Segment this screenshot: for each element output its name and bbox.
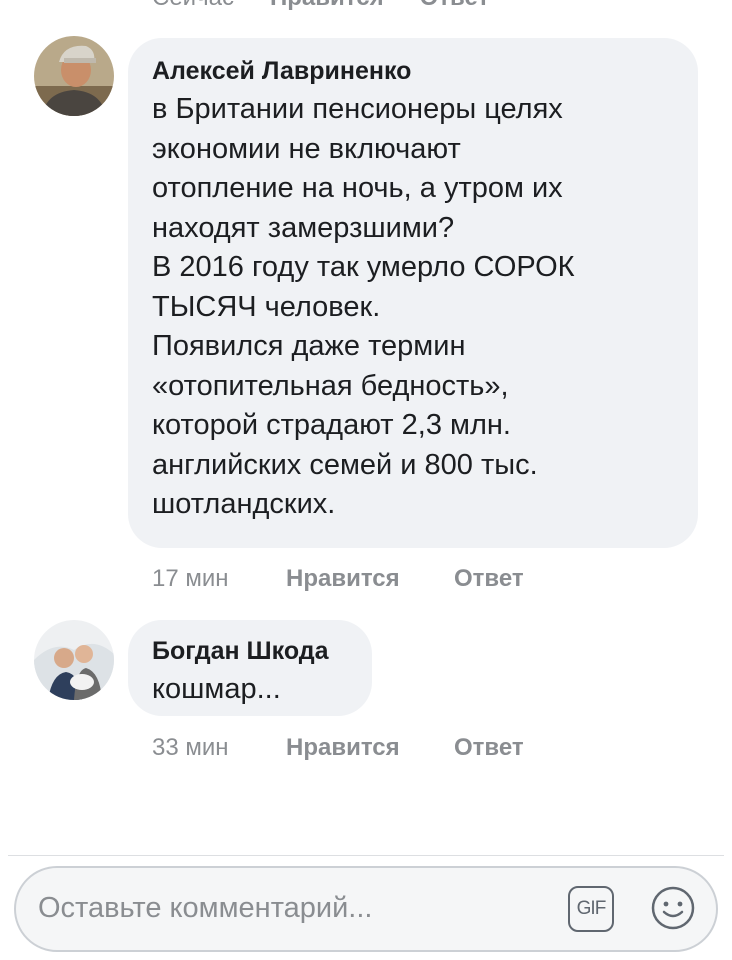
avatar[interactable] bbox=[34, 36, 114, 116]
previous-comment-actions: Сейчас Нравится Ответ bbox=[152, 0, 489, 12]
comment-bubble[interactable]: Алексей Лавриненко в Британии пенсионеры… bbox=[128, 38, 698, 548]
gif-label: GIF bbox=[576, 898, 607, 919]
smiley-icon[interactable] bbox=[649, 884, 697, 932]
comment-text: кошмар... bbox=[152, 673, 281, 705]
comment-text: в Британии пенсионеры целях экономии не … bbox=[152, 93, 575, 520]
comment-time: 17 мин bbox=[152, 565, 229, 592]
comment-actions: 17 мин Нравится Ответ bbox=[152, 565, 524, 593]
reply-button[interactable]: Ответ bbox=[454, 565, 524, 593]
like-button[interactable]: Нравится bbox=[286, 734, 454, 762]
comment-composer[interactable]: Оставьте комментарий... GIF bbox=[14, 866, 718, 952]
comment-time: 33 мин bbox=[152, 734, 229, 761]
comment-input[interactable]: Оставьте комментарий... bbox=[38, 892, 372, 925]
like-button[interactable]: Нравится bbox=[270, 0, 384, 12]
avatar[interactable] bbox=[34, 620, 114, 700]
like-button[interactable]: Нравится bbox=[286, 565, 454, 593]
comment-author[interactable]: Алексей Лавриненко bbox=[152, 54, 674, 88]
comment-bubble[interactable]: Богдан Шкода кошмар... bbox=[128, 620, 372, 716]
comment-actions: 33 мин Нравится Ответ bbox=[152, 734, 524, 762]
comment-time: Сейчас bbox=[152, 0, 234, 12]
reply-button[interactable]: Ответ bbox=[420, 0, 490, 12]
reply-button[interactable]: Ответ bbox=[454, 734, 524, 762]
comment-author[interactable]: Богдан Шкода bbox=[152, 634, 348, 668]
gif-icon[interactable]: GIF bbox=[568, 886, 614, 932]
divider bbox=[8, 855, 724, 856]
